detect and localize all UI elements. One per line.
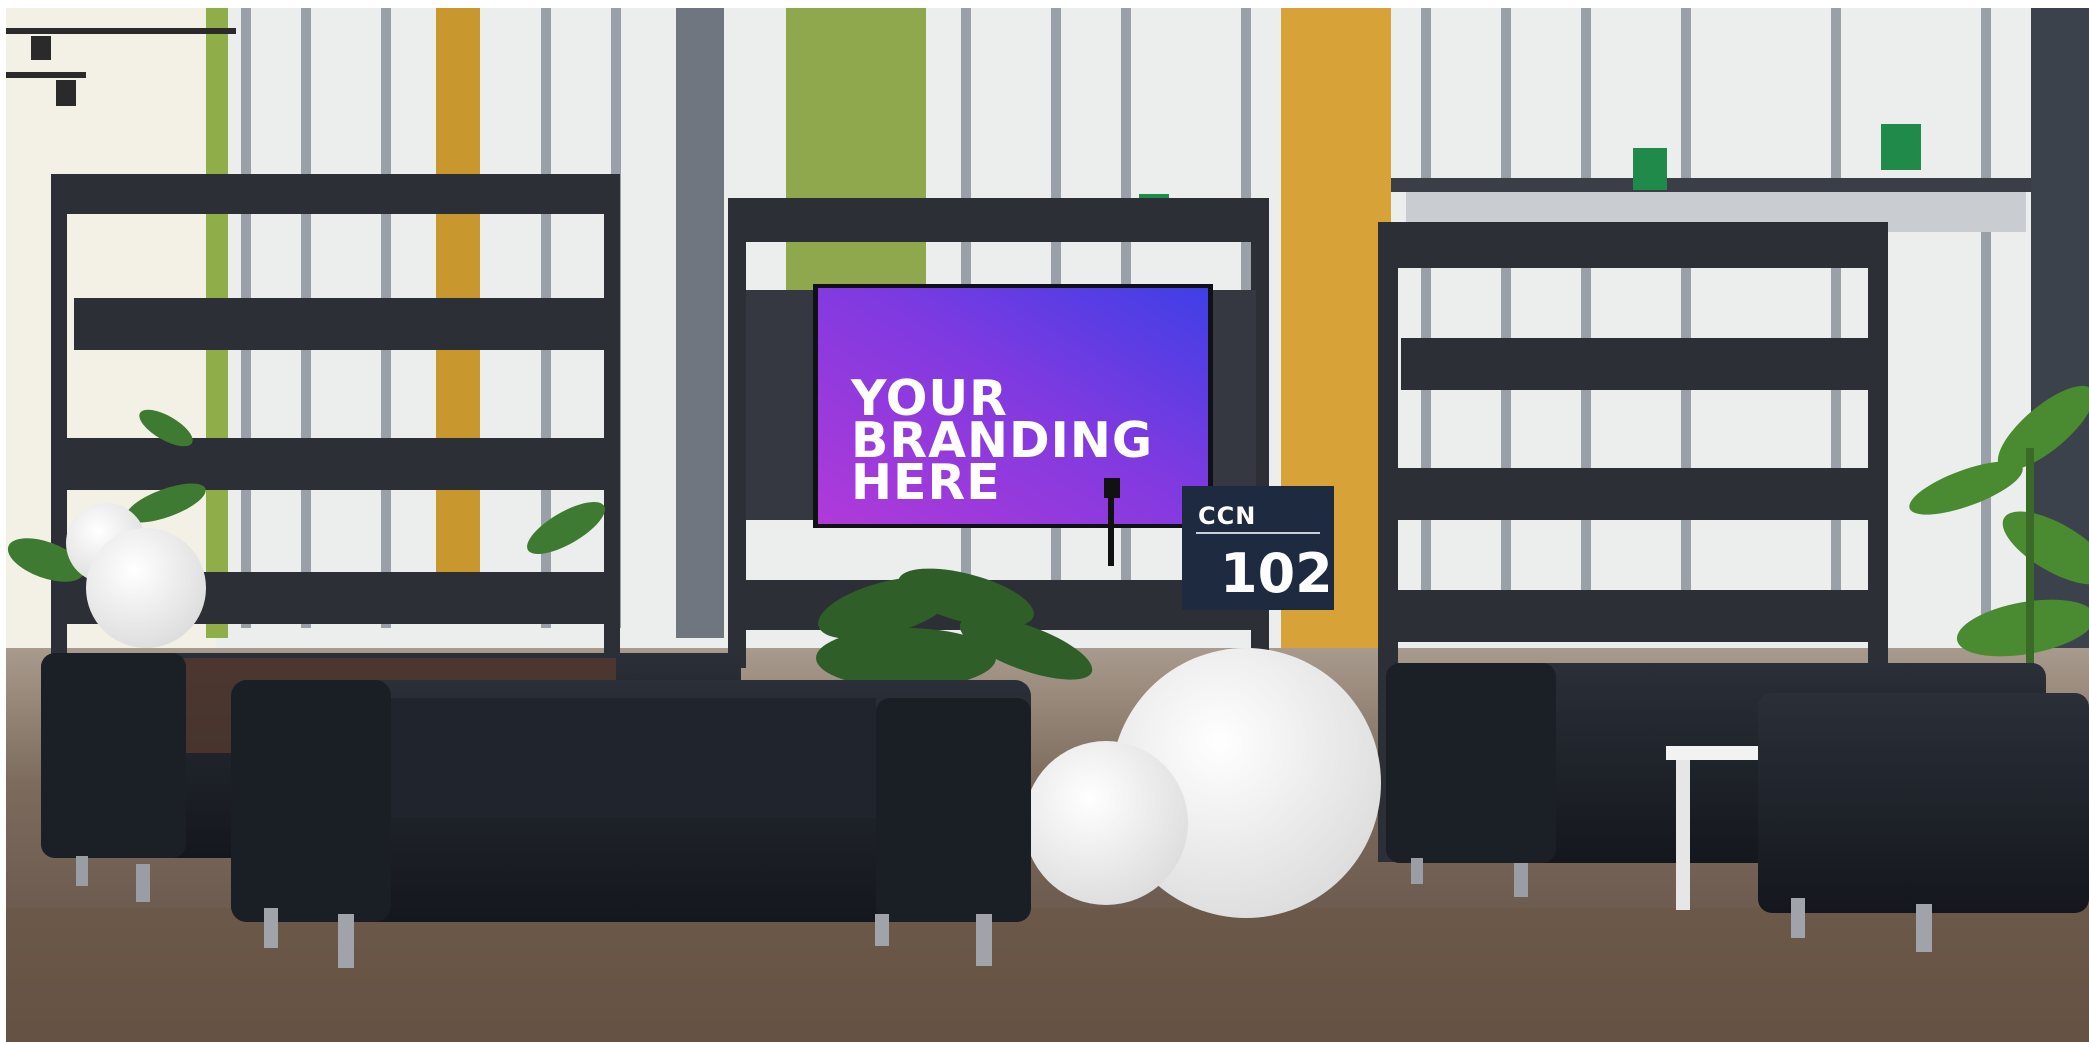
side-table bbox=[1666, 746, 1766, 760]
green-wall-panel bbox=[786, 8, 926, 308]
lobby-illustration bbox=[6, 8, 2089, 1042]
light-ball-small bbox=[1024, 741, 1188, 905]
track-light-icon bbox=[6, 72, 86, 78]
light-ball bbox=[86, 528, 206, 648]
exit-sign-icon bbox=[1633, 148, 1667, 190]
room-sign: CCN 102 bbox=[1182, 486, 1334, 610]
track-light-icon bbox=[6, 28, 236, 34]
room-sign-number: 102 bbox=[1220, 542, 1333, 605]
room-sign-label: CCN bbox=[1198, 502, 1257, 530]
dark-column bbox=[676, 8, 724, 638]
room-sign-divider bbox=[1196, 532, 1320, 534]
branding-text: YOUR BRANDING HERE bbox=[851, 374, 1153, 507]
yellow-pillar-left bbox=[436, 8, 480, 578]
exit-sign-icon bbox=[1881, 124, 1921, 170]
lobby-scene: YOUR BRANDING HERE CCN 102 bbox=[6, 8, 2089, 1042]
mezzanine-rail bbox=[1391, 178, 2031, 192]
